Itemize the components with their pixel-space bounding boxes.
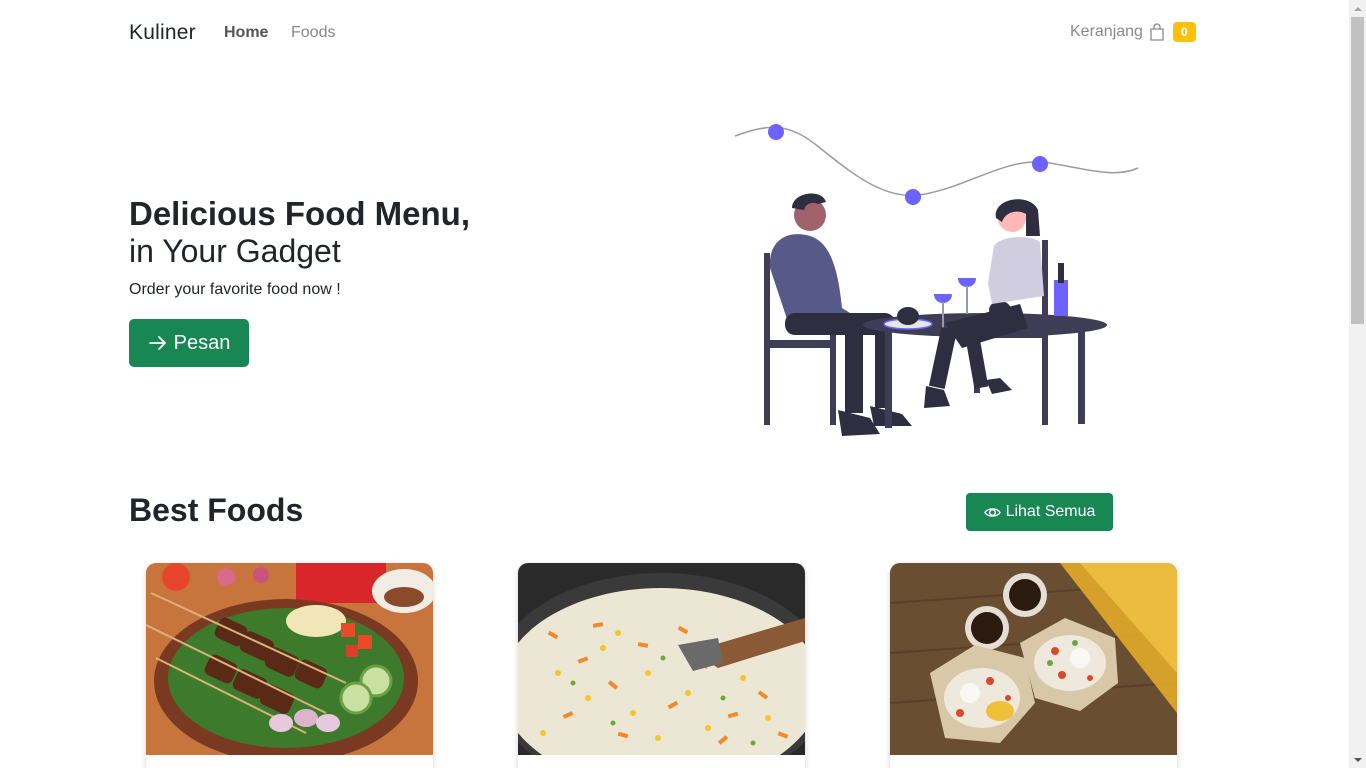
food-card[interactable] xyxy=(890,563,1177,768)
best-foods-title-prefix: Best xyxy=(129,492,199,528)
pesan-button-label: Pesan xyxy=(173,331,231,354)
lihat-semua-label: Lihat Semua xyxy=(1005,503,1096,520)
nav-link-foods[interactable]: Foods xyxy=(291,24,335,42)
lihat-semua-button[interactable]: Lihat Semua xyxy=(966,493,1113,531)
nav-link-home[interactable]: Home xyxy=(224,24,268,42)
bag-icon xyxy=(1150,23,1164,41)
page-scrollbar[interactable] xyxy=(1349,0,1366,768)
scroll-down-arrow-icon[interactable] xyxy=(1349,751,1366,768)
brand-logo[interactable]: Kuliner xyxy=(129,21,196,45)
hero-title: Delicious Food Menu, xyxy=(129,195,471,232)
food-card[interactable] xyxy=(146,563,433,768)
sate-skewers-photo xyxy=(146,563,433,755)
fried-rice-photo xyxy=(518,563,805,755)
arrow-right-icon xyxy=(148,336,166,350)
pesan-button[interactable]: Pesan xyxy=(129,319,249,367)
best-foods-title-bold: Foods xyxy=(207,492,304,528)
nasi-bungkus-coffee-photo xyxy=(890,563,1177,755)
navbar: Kuliner Home Foods Keranjang 0 xyxy=(0,0,1349,66)
cart-count-badge: 0 xyxy=(1172,22,1196,42)
scrollbar-thumb[interactable] xyxy=(1351,17,1364,324)
couple-dining-illustration xyxy=(734,124,1139,436)
food-card[interactable] xyxy=(518,563,805,768)
cart-link[interactable]: Keranjang 0 xyxy=(1070,22,1196,42)
eye-icon xyxy=(983,507,1001,517)
best-foods-title: Best Foods xyxy=(129,492,303,529)
hero-subtitle: in Your Gadget xyxy=(129,233,341,269)
hero-description: Order your favorite food now ! xyxy=(129,281,341,298)
scroll-up-arrow-icon[interactable] xyxy=(1349,0,1366,17)
cart-label: Keranjang xyxy=(1070,23,1143,40)
